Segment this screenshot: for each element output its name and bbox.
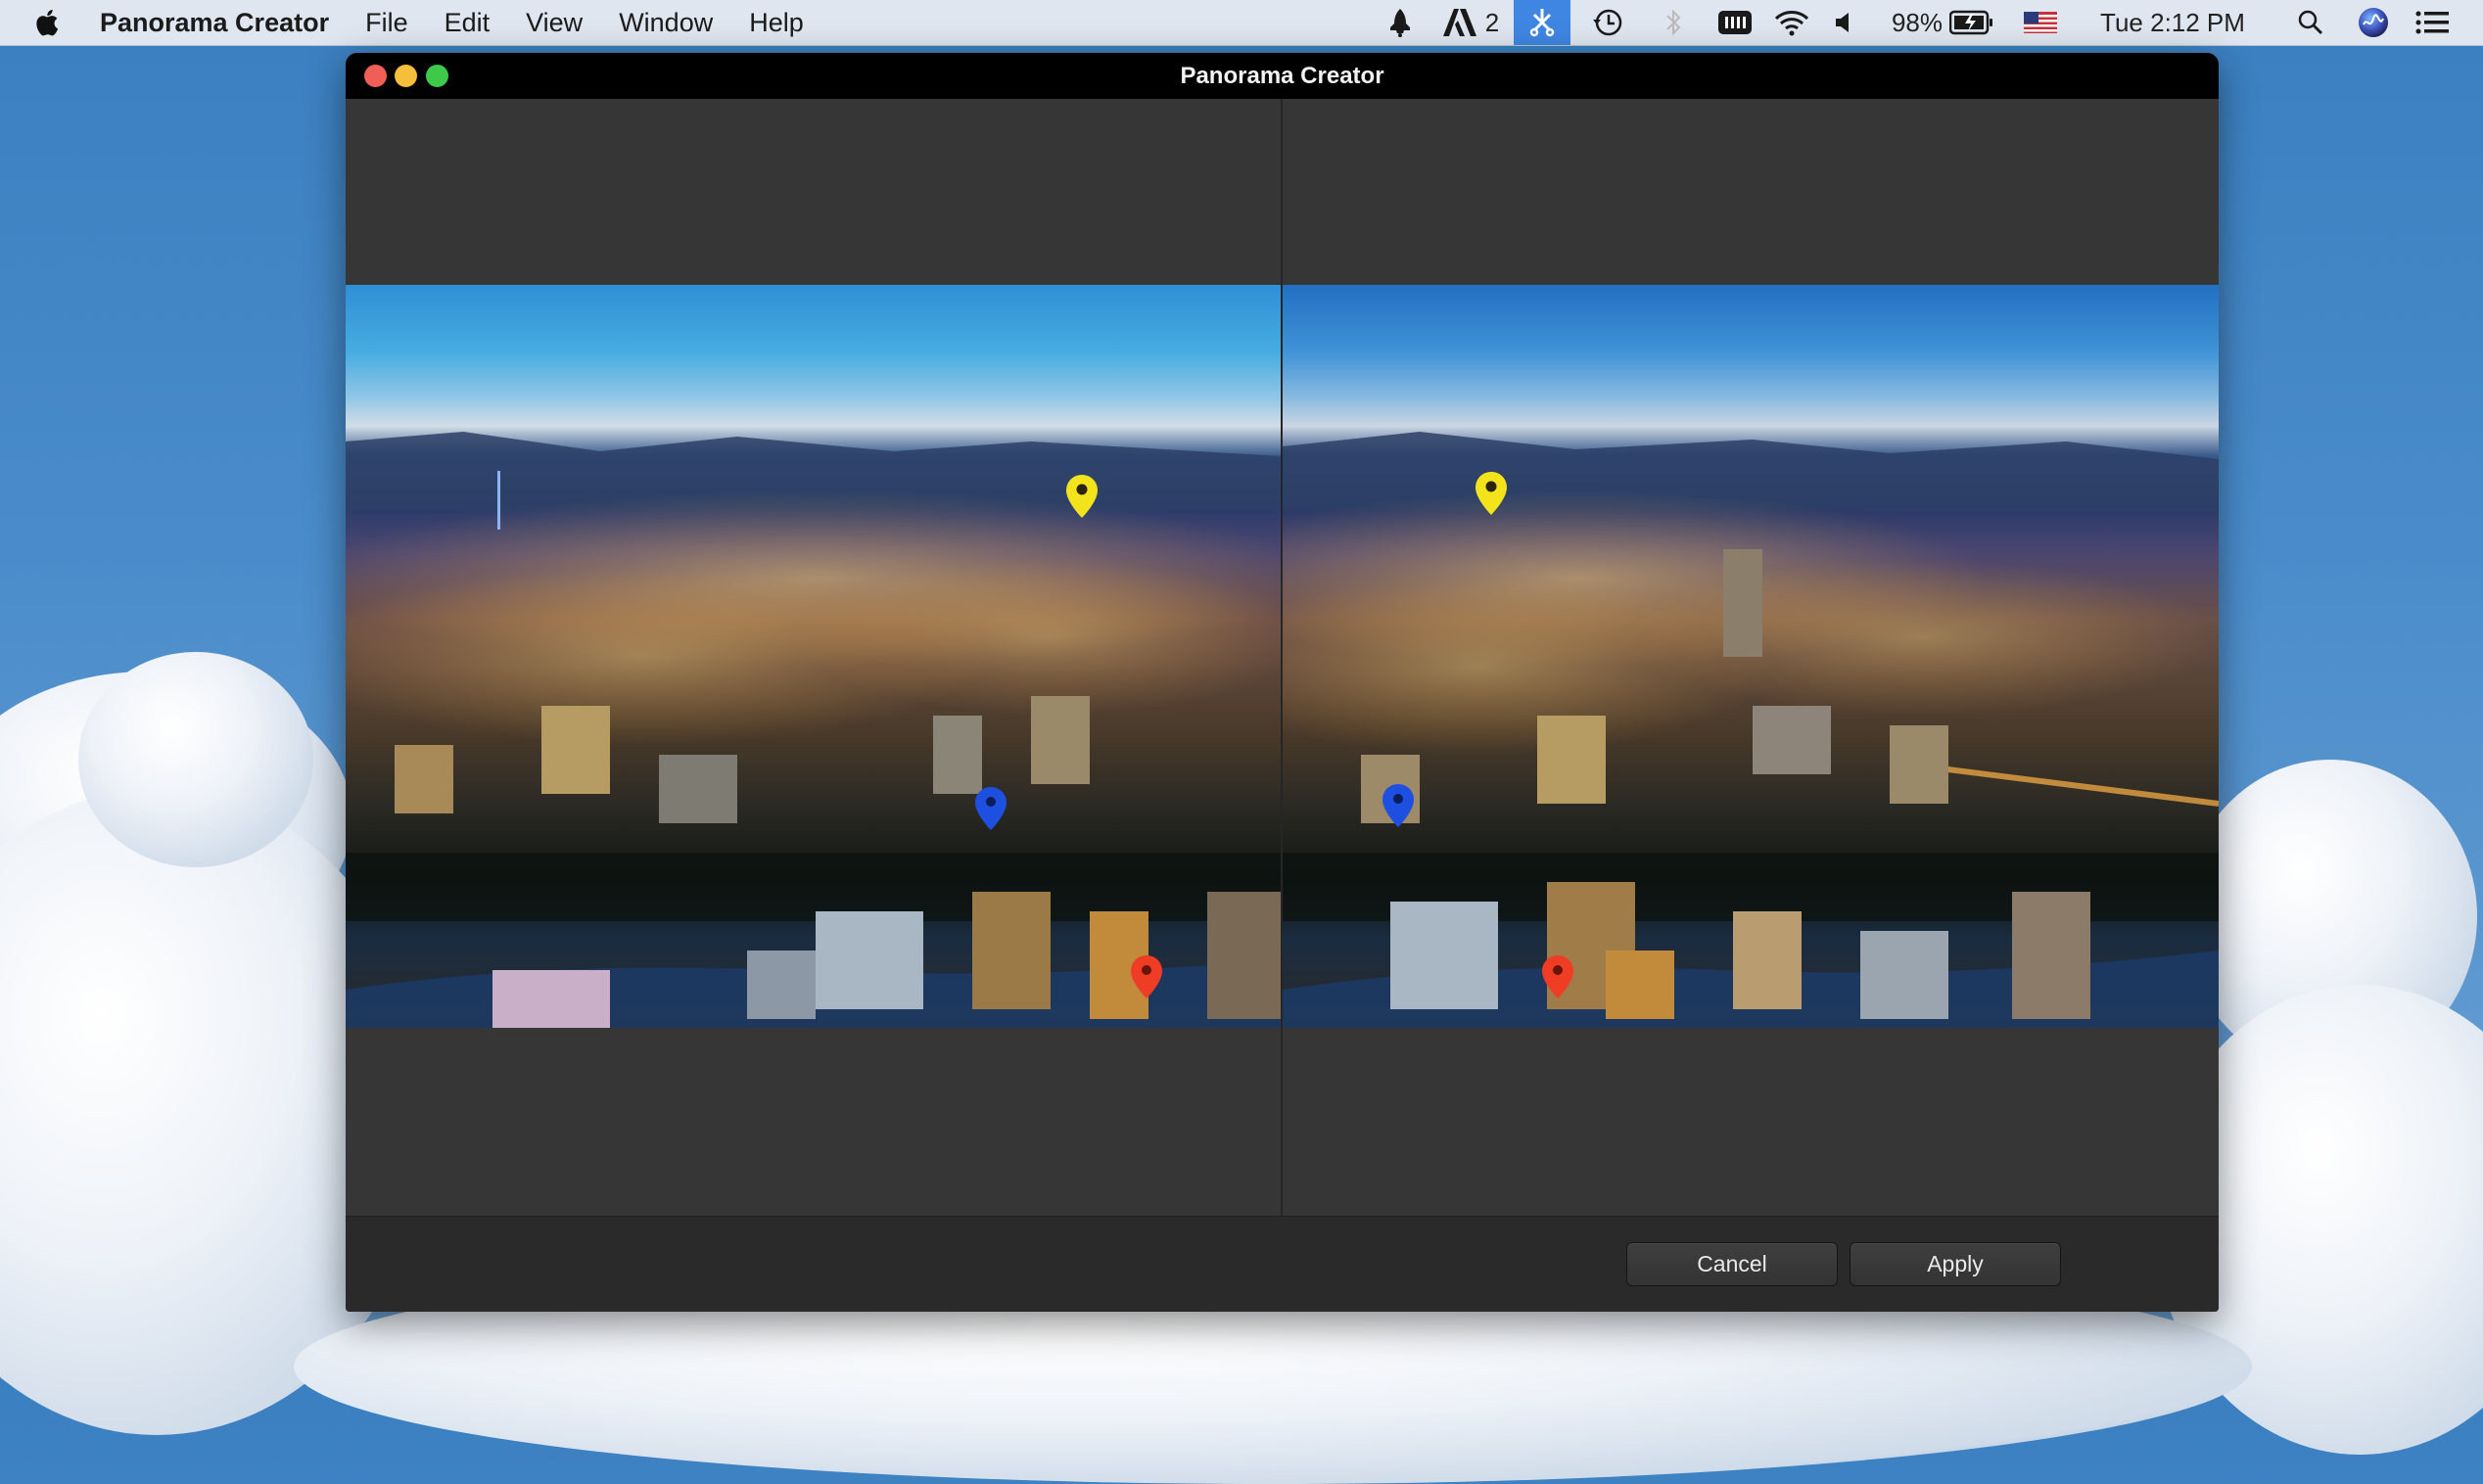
notification-center-icon[interactable] — [2413, 0, 2452, 45]
left-image-pane — [346, 99, 1281, 1216]
right-image-pane — [1283, 99, 2219, 1216]
apply-button[interactable]: Apply — [1850, 1242, 2061, 1286]
menu-help[interactable]: Help — [749, 8, 804, 38]
minimize-window-button[interactable] — [395, 65, 417, 87]
clock[interactable]: Tue 2:12 PM — [2091, 0, 2254, 45]
volume-icon[interactable] — [1829, 0, 1858, 45]
cancel-button[interactable]: Cancel — [1626, 1242, 1838, 1286]
left-city-photo[interactable] — [346, 285, 1281, 1028]
battery-charging-icon[interactable] — [1948, 0, 1995, 45]
close-window-button[interactable] — [364, 65, 387, 87]
apple-menu-icon[interactable] — [33, 8, 67, 37]
window-title: Panorama Creator — [1180, 62, 1384, 89]
time-machine-icon[interactable] — [1588, 0, 1627, 45]
red-marker-pin[interactable] — [1130, 954, 1163, 999]
cloud — [78, 652, 313, 867]
bluetooth-icon[interactable] — [1659, 0, 1688, 45]
city-night-image — [1283, 285, 2219, 1028]
battery-percent[interactable]: 98% — [1888, 0, 1946, 45]
panorama-creator-window: Panorama Creator Cancel Apply — [346, 53, 2219, 1312]
menu-window[interactable]: Window — [619, 8, 713, 38]
memory-icon[interactable] — [1715, 0, 1755, 45]
blue-marker-pin[interactable] — [974, 786, 1007, 831]
search-icon[interactable] — [2293, 0, 2328, 45]
blue-marker-pin[interactable] — [1382, 783, 1415, 828]
menu-file[interactable]: File — [365, 8, 408, 38]
us-flag-icon[interactable] — [2021, 0, 2060, 45]
maximize-window-button[interactable] — [426, 65, 448, 87]
menu-view[interactable]: View — [526, 8, 583, 38]
dialog-footer: Cancel Apply — [346, 1216, 2219, 1312]
scissors-icon[interactable] — [1514, 0, 1570, 45]
siri-icon[interactable] — [2356, 0, 2391, 45]
menu-bar: Panorama Creator File Edit View Window H… — [0, 0, 2483, 46]
title-bar[interactable]: Panorama Creator — [346, 53, 2219, 99]
right-city-photo[interactable] — [1283, 285, 2219, 1028]
image-compare-area — [346, 99, 2219, 1216]
yellow-marker-pin[interactable] — [1065, 474, 1099, 519]
rocket-icon[interactable] — [1381, 0, 1420, 45]
red-marker-pin[interactable] — [1541, 954, 1574, 999]
yellow-marker-pin[interactable] — [1475, 471, 1508, 516]
city-night-image — [346, 285, 1281, 1028]
menu-app-name[interactable]: Panorama Creator — [100, 8, 329, 38]
adobe-count: 2 — [1484, 7, 1500, 37]
wifi-icon[interactable] — [1772, 0, 1811, 45]
menu-edit[interactable]: Edit — [445, 8, 491, 38]
adobe-icon[interactable] — [1439, 0, 1480, 45]
